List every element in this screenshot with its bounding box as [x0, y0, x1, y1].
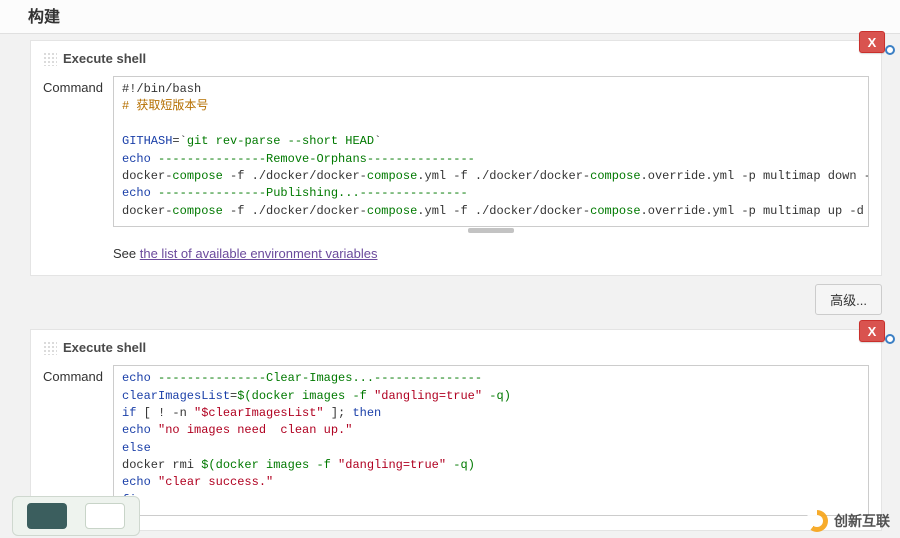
- env-vars-link[interactable]: the list of available environment variab…: [140, 246, 378, 261]
- drag-handle-icon[interactable]: [43, 52, 57, 66]
- brand-text: 创新互联: [834, 511, 890, 531]
- resize-grip-icon[interactable]: [113, 226, 869, 234]
- helper-text: See the list of available environment va…: [113, 246, 869, 261]
- section-title: 构建: [0, 0, 900, 34]
- build-step-2: X Execute shell Command echo -----------…: [30, 329, 882, 531]
- floating-panel: [12, 496, 140, 536]
- delete-step-button[interactable]: X: [859, 31, 885, 53]
- delete-step-button[interactable]: X: [859, 320, 885, 342]
- command-textarea-1[interactable]: #!/bin/bash # 获取短版本号 GITHASH=`git rev-pa…: [113, 76, 869, 227]
- step-radio-indicator[interactable]: [885, 334, 895, 344]
- command-textarea-2[interactable]: echo ---------------Clear-Images...-----…: [113, 365, 869, 516]
- step-title: Execute shell: [63, 51, 146, 66]
- build-step-1: X Execute shell Command #!/bin/bash # 获取…: [30, 40, 882, 276]
- command-label: Command: [43, 76, 113, 95]
- step-title: Execute shell: [63, 340, 146, 355]
- floating-tab-b[interactable]: [85, 503, 125, 529]
- drag-handle-icon[interactable]: [43, 341, 57, 355]
- swirl-icon: [806, 510, 828, 532]
- command-label: Command: [43, 365, 113, 384]
- brand-logo: 创新互联: [806, 510, 890, 532]
- step-radio-indicator[interactable]: [885, 45, 895, 55]
- floating-tab-a[interactable]: [27, 503, 67, 529]
- advanced-button[interactable]: 高级...: [815, 284, 882, 315]
